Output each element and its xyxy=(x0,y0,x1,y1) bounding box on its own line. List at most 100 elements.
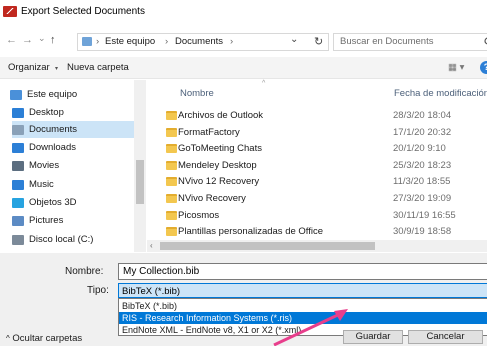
file-row[interactable]: Mendeley Desktop 25/3/20 18:23 xyxy=(160,158,487,173)
file-date: 20/1/20 9:10 xyxy=(393,143,446,155)
app-icon xyxy=(3,6,17,17)
folder-icon xyxy=(166,144,177,154)
file-date: 17/1/20 20:32 xyxy=(393,126,452,138)
breadcrumb-este-equipo[interactable]: Este equipo xyxy=(105,36,155,47)
chevron-up-icon: ^ xyxy=(6,334,10,343)
sidebar-item-desktop[interactable]: Desktop xyxy=(12,104,140,121)
window-title: Export Selected Documents xyxy=(21,6,145,17)
file-row[interactable]: Plantillas personalizadas de Office 30/9/… xyxy=(160,224,487,239)
sidebar-item-documents[interactable]: Documents xyxy=(12,121,140,138)
sidebar-item-label: Disco local (C:) xyxy=(29,234,94,245)
type-select[interactable]: BibTeX (*.bib) xyxy=(118,283,487,298)
search-box[interactable] xyxy=(333,33,487,51)
file-name: Picosmos xyxy=(178,209,220,221)
organize-button[interactable]: Organizar xyxy=(8,62,50,73)
command-bar: Organizar ▾ Nueva carpeta ▦ ▾ ? xyxy=(0,57,487,79)
hide-folders-toggle[interactable]: ^ Ocultar carpetas xyxy=(6,333,82,344)
forward-arrow-icon[interactable]: → xyxy=(22,34,33,46)
file-name: Archivos de Outlook xyxy=(178,110,264,121)
cancel-button[interactable]: Cancelar xyxy=(408,330,483,344)
column-header-name[interactable]: Nombre xyxy=(180,88,214,99)
sidebar-item-label: Objetos 3D xyxy=(29,197,77,208)
breadcrumb-separator: › xyxy=(96,36,100,47)
drive-icon xyxy=(12,234,24,245)
file-name: NVivo 12 Recovery xyxy=(178,176,260,188)
file-date: 11/3/20 18:55 xyxy=(393,176,451,188)
column-header-date[interactable]: Fecha de modificación xyxy=(394,88,487,99)
file-row[interactable]: NVivo Recovery 27/3/20 19:09 xyxy=(160,191,487,206)
file-name: FormatFactory xyxy=(178,126,240,138)
sidebar-item-label: Downloads xyxy=(29,142,76,153)
scroll-left-icon[interactable]: ‹ xyxy=(150,241,153,250)
computer-icon xyxy=(10,89,22,100)
annotation-arrow-icon xyxy=(273,309,348,346)
type-label: Tipo: xyxy=(87,285,109,296)
computer-icon xyxy=(82,37,92,46)
up-arrow-icon[interactable]: ↑ xyxy=(50,34,56,46)
sidebar-item-movies[interactable]: Movies xyxy=(12,157,140,174)
file-name: GoToMeeting Chats xyxy=(178,143,262,155)
folder-icon xyxy=(166,111,177,120)
desktop-icon xyxy=(12,107,24,118)
sidebar-item-disco-local-c[interactable]: Disco local (C:) xyxy=(12,231,140,248)
file-row[interactable]: Picosmos 30/11/19 16:55 xyxy=(160,208,487,223)
sidebar-item-label: Este equipo xyxy=(27,89,78,100)
file-date: 28/3/20 18:04 xyxy=(393,110,452,121)
address-bar[interactable]: › Este equipo › Documents › ⌄ ↻ xyxy=(77,33,329,51)
sidebar-item-label: Desktop xyxy=(29,107,64,118)
view-options-icon[interactable]: ▦ ▾ xyxy=(448,62,464,73)
back-arrow-icon[interactable]: ← xyxy=(6,34,17,46)
file-date: 30/9/19 18:58 xyxy=(393,226,452,238)
movies-icon xyxy=(12,160,24,171)
file-name: Mendeley Desktop xyxy=(178,159,257,171)
sidebar-item-label: Movies xyxy=(29,160,60,171)
recent-locations-icon[interactable]: ⌄ xyxy=(38,33,46,44)
file-row[interactable]: NVivo 12 Recovery 11/3/20 18:55 xyxy=(160,174,487,189)
file-name: Plantillas personalizadas de Office xyxy=(178,226,324,238)
file-row[interactable]: FormatFactory 17/1/20 20:32 xyxy=(160,125,487,140)
sidebar-item-label: Documents xyxy=(29,124,78,135)
folder-icon xyxy=(166,127,177,137)
folder-icon xyxy=(166,160,177,170)
breadcrumb-separator: › xyxy=(165,36,169,47)
folder-icon xyxy=(166,177,177,187)
sidebar-item-objetos-3d[interactable]: Objetos 3D xyxy=(12,194,140,211)
filename-label: Nombre: xyxy=(65,266,104,277)
hide-folders-label: Ocultar carpetas xyxy=(12,333,83,344)
type-select-value: BibTeX (*.bib) xyxy=(122,286,181,297)
sidebar-item-label: Pictures xyxy=(29,215,64,226)
downloads-icon xyxy=(12,142,24,153)
folder-icon xyxy=(166,194,177,203)
pictures-icon xyxy=(12,215,24,226)
sidebar-item-pictures[interactable]: Pictures xyxy=(12,212,140,229)
new-folder-button[interactable]: Nueva carpeta xyxy=(67,62,129,73)
music-icon xyxy=(12,179,24,190)
nav-scrollbar-thumb[interactable] xyxy=(136,160,144,204)
file-name: NVivo Recovery xyxy=(178,193,246,204)
filename-input[interactable] xyxy=(123,266,483,277)
address-dropdown-icon[interactable]: ⌄ xyxy=(290,34,298,45)
objects-3d-icon xyxy=(12,197,24,208)
organize-dropdown-icon[interactable]: ▾ xyxy=(55,65,58,72)
search-input[interactable] xyxy=(340,36,480,47)
refresh-icon[interactable]: ↻ xyxy=(314,35,323,48)
breadcrumb-documents[interactable]: Documents xyxy=(175,36,223,47)
help-icon[interactable]: ? xyxy=(480,61,487,74)
file-date: 27/3/20 19:09 xyxy=(393,193,452,204)
sort-indicator-icon: ^ xyxy=(262,80,266,87)
file-row[interactable]: Archivos de Outlook 28/3/20 18:04 xyxy=(160,108,487,123)
documents-icon xyxy=(12,124,24,135)
file-date: 25/3/20 18:23 xyxy=(393,159,452,171)
filename-field[interactable] xyxy=(118,263,487,280)
folder-icon xyxy=(166,210,177,220)
sidebar-item-downloads[interactable]: Downloads xyxy=(12,139,140,156)
sidebar-item-music[interactable]: Music xyxy=(12,176,140,193)
sidebar-item-este-equipo[interactable]: Este equipo xyxy=(10,86,138,103)
folder-icon xyxy=(166,227,177,237)
sidebar-item-label: Music xyxy=(29,179,54,190)
save-button[interactable]: Guardar xyxy=(343,330,403,344)
file-row[interactable]: GoToMeeting Chats 20/1/20 9:10 xyxy=(160,141,487,156)
horizontal-scrollbar-thumb[interactable] xyxy=(160,242,375,250)
breadcrumb-separator: › xyxy=(230,36,234,47)
file-date: 30/11/19 16:55 xyxy=(393,209,456,221)
